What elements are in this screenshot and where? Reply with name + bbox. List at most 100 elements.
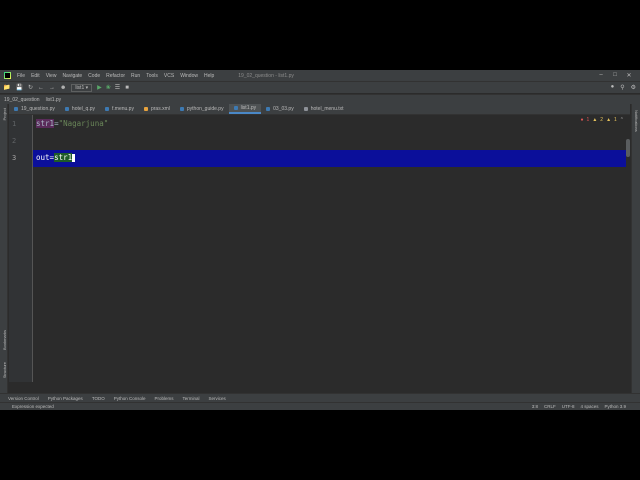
back-icon[interactable]: ← — [38, 85, 44, 91]
tab-f-menu[interactable]: f.menu.py — [100, 104, 139, 114]
tab-19-question[interactable]: 19_question.py — [9, 104, 60, 114]
status-right: 3:8 CRLF UTF-8 4 spaces Python 3.9 — [526, 404, 626, 409]
menu-help[interactable]: Help — [204, 73, 214, 79]
sync-icon[interactable]: ↻ — [28, 84, 33, 91]
tab-label: f.menu.py — [112, 106, 134, 112]
menu-navigate[interactable]: Navigate — [62, 73, 82, 79]
tool-problems[interactable]: Problems — [155, 396, 174, 401]
file-encoding[interactable]: UTF-8 — [562, 404, 575, 409]
line-number: 2 — [12, 137, 17, 145]
vertical-scrollbar[interactable] — [626, 139, 630, 157]
settings-icon[interactable]: ⚙ — [631, 84, 636, 91]
save-icon[interactable]: 💾 — [15, 84, 22, 91]
xml-file-icon — [143, 107, 148, 111]
python-file-icon — [105, 107, 109, 111]
tool-python-console[interactable]: Python Console — [114, 396, 146, 401]
status-bar: Expression expected 3:8 CRLF UTF-8 4 spa… — [0, 402, 640, 410]
python-interpreter[interactable]: Python 3.9 — [604, 404, 626, 409]
status-message: Expression expected — [12, 404, 54, 409]
structure-panel-tab[interactable]: Structure — [2, 362, 7, 378]
python-file-icon — [233, 106, 238, 110]
debug-icon[interactable]: ❀ — [106, 84, 111, 91]
forward-icon[interactable]: → — [49, 85, 55, 91]
tool-todo[interactable]: TODO — [92, 396, 105, 401]
notifications-panel-tab[interactable]: Notifications — [634, 110, 639, 132]
coverage-icon[interactable]: ☰ — [115, 84, 120, 91]
inspection-widget[interactable]: ● 1 ▲ 2 ▲ 1 ⌃ — [578, 117, 624, 123]
selected-line-highlight — [9, 150, 626, 167]
python-file-icon — [179, 107, 184, 111]
code-variable: str1 — [36, 119, 55, 128]
tab-pras-xml[interactable]: pras.xml — [139, 104, 175, 114]
open-folder-icon[interactable]: 📁 — [3, 84, 10, 91]
menu-refactor[interactable]: Refactor — [106, 73, 125, 79]
window-title: 19_02_question - list1.py — [238, 72, 294, 79]
run-config-label: list1 — [75, 84, 85, 91]
python-file-icon — [14, 107, 18, 111]
error-count: 1 — [586, 117, 590, 123]
code-line-1[interactable]: str1="Nagarjuna" — [36, 119, 108, 128]
code-string: "Nagarjuna" — [58, 119, 109, 128]
tool-terminal[interactable]: Terminal — [183, 396, 200, 401]
tab-label: hotel_menu.txt — [310, 106, 344, 112]
tool-python-packages[interactable]: Python Packages — [48, 396, 83, 401]
toolbar-right: ● ⚲ ⚙ — [605, 84, 636, 91]
weak-warning-icon: ▲ — [606, 117, 612, 123]
breadcrumb-file[interactable]: list1.py — [46, 97, 62, 103]
text-file-icon — [303, 107, 308, 111]
search-icon[interactable]: ⚲ — [620, 84, 624, 91]
tab-hotel-q[interactable]: hotel_q.py — [60, 104, 100, 114]
menu-vcs[interactable]: VCS — [164, 73, 174, 79]
tab-label: 19_question.py — [21, 106, 55, 112]
vcs-icon[interactable]: ● — [611, 84, 615, 91]
menu-tools[interactable]: Tools — [146, 73, 158, 79]
tab-03-03[interactable]: 03_03.py — [261, 104, 299, 114]
tool-version-control[interactable]: Version Control — [8, 396, 39, 401]
window-controls: – □ ✕ — [594, 72, 636, 79]
main-toolbar: 📁 💾 ↻ ← → ☻ list1 ▾ ▶ ❀ ☰ ■ ● ⚲ ⚙ — [0, 81, 640, 93]
main-menu: File Edit View Navigate Code Refactor Ru… — [17, 73, 220, 79]
breadcrumb-project[interactable]: 19_02_question — [4, 97, 40, 103]
run-configuration-select[interactable]: list1 ▾ — [71, 83, 93, 92]
bookmarks-panel-tab[interactable]: Bookmarks — [2, 330, 7, 350]
tab-python-guide[interactable]: python_guide.py — [175, 104, 229, 114]
title-bar: File Edit View Navigate Code Refactor Ru… — [0, 70, 640, 81]
close-icon[interactable]: ✕ — [622, 72, 636, 79]
code-variable: out — [36, 153, 50, 162]
code-line-3[interactable]: out=str1 — [36, 153, 76, 162]
text-caret — [72, 154, 76, 162]
project-panel-tab[interactable]: Project — [2, 108, 7, 120]
line-separator[interactable]: CRLF — [544, 404, 556, 409]
menu-file[interactable]: File — [17, 73, 25, 79]
menu-code[interactable]: Code — [88, 73, 100, 79]
tab-hotel-menu[interactable]: hotel_menu.txt — [299, 104, 349, 114]
right-tool-strip: Notifications — [631, 104, 640, 394]
weak-warning-count: 1 — [614, 117, 617, 123]
left-tool-strip: Project Bookmarks Structure — [0, 104, 8, 394]
editor-tabs: 19_question.py hotel_q.py f.menu.py pras… — [9, 104, 630, 115]
stop-icon[interactable]: ■ — [125, 85, 129, 91]
minimize-icon[interactable]: – — [594, 72, 608, 79]
chevron-up-icon[interactable]: ⌃ — [620, 117, 624, 123]
warning-count: 2 — [600, 117, 604, 123]
line-number: 1 — [12, 120, 17, 128]
run-icon[interactable]: ▶ — [97, 84, 102, 91]
menu-view[interactable]: View — [46, 73, 57, 79]
indent-setting[interactable]: 4 spaces — [580, 404, 598, 409]
caret-position[interactable]: 3:8 — [532, 404, 538, 409]
maximize-icon[interactable]: □ — [608, 72, 622, 79]
tool-services[interactable]: Services — [209, 396, 226, 401]
menu-run[interactable]: Run — [131, 73, 140, 79]
tab-label: list1.py — [240, 105, 257, 111]
warning-icon: ▲ — [592, 117, 598, 123]
tool-window-bar: Version Control Python Packages TODO Pyt… — [0, 393, 640, 402]
menu-edit[interactable]: Edit — [31, 73, 40, 79]
error-icon: ● — [580, 117, 584, 123]
user-icon[interactable]: ☻ — [60, 85, 66, 91]
line-number: 3 — [12, 154, 17, 162]
menu-window[interactable]: Window — [180, 73, 198, 79]
code-editor[interactable]: 1 2 3 str1="Nagarjuna" out=str1 ● 1 ▲ 2 ▲ 1… — [9, 115, 630, 382]
breadcrumb: 19_02_question list1.py — [0, 94, 640, 104]
tab-list1[interactable]: list1.py — [228, 104, 262, 114]
python-file-icon — [64, 107, 69, 111]
